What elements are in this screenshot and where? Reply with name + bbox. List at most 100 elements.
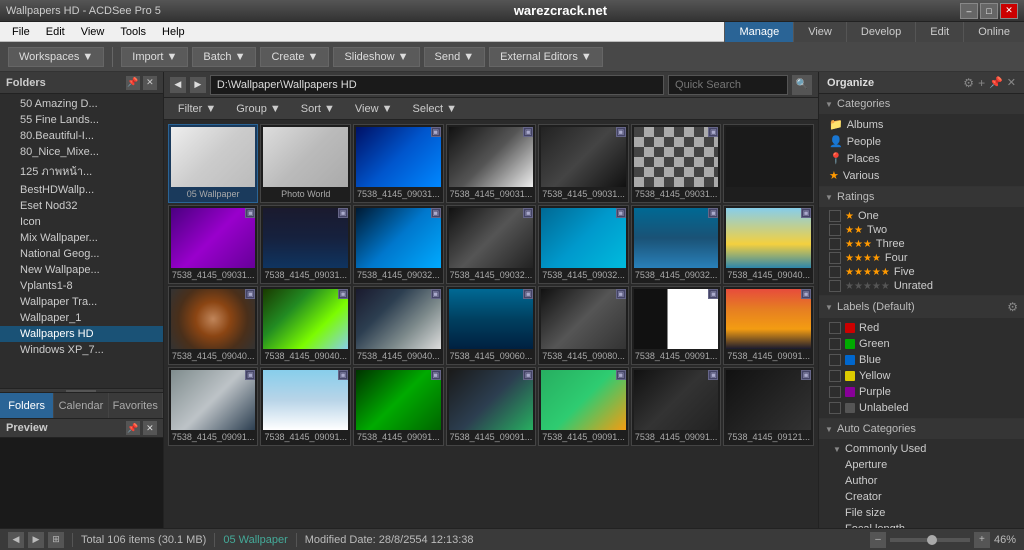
thumb-23[interactable]: ▣ 7538_4145_09091...: [353, 367, 444, 446]
status-back-icon[interactable]: ◀: [8, 532, 24, 548]
tab-edit[interactable]: Edit: [915, 22, 963, 42]
folder-item[interactable]: 55 Fine Lands...: [0, 112, 163, 128]
thumb-20[interactable]: ▣ 7538_4145_09091...: [723, 286, 814, 365]
auto-categories-header[interactable]: ▼ Auto Categories: [819, 419, 1024, 439]
rating-1[interactable]: ★ One: [825, 209, 1018, 223]
categories-header[interactable]: ▼ Categories: [819, 94, 1024, 114]
thumb-14[interactable]: ▣ 7538_4145_09040...: [168, 286, 259, 365]
label-checkbox-green[interactable]: [829, 338, 841, 350]
thumb-25[interactable]: ▣ 7538_4145_09091...: [538, 367, 629, 446]
search-input[interactable]: [668, 75, 788, 95]
rating-checkbox-4[interactable]: [829, 252, 841, 264]
folder-item[interactable]: 80_Nice_Mixe...: [0, 144, 163, 160]
sort-button[interactable]: Sort ▼: [293, 102, 343, 116]
rating-4[interactable]: ★★★★ Four: [825, 251, 1018, 265]
zoom-minus-button[interactable]: –: [870, 532, 886, 548]
tab-favorites[interactable]: Favorites: [109, 393, 163, 418]
label-checkbox-red[interactable]: [829, 322, 841, 334]
thumb-22[interactable]: ▣ 7538_4145_09091...: [260, 367, 351, 446]
folder-item[interactable]: 125 ภาพหน้า...: [0, 160, 163, 182]
maximize-button[interactable]: □: [980, 3, 998, 19]
folder-item[interactable]: 50 Amazing D...: [0, 96, 163, 112]
thumb-7[interactable]: ▣ 7538_4145_09031...: [168, 205, 259, 284]
folder-item-selected[interactable]: Wallpapers HD: [0, 326, 163, 342]
organize-pin-icon[interactable]: 📌: [989, 76, 1003, 89]
folder-item[interactable]: 80.Beautiful-I...: [0, 128, 163, 144]
rating-2[interactable]: ★★ Two: [825, 223, 1018, 237]
folder-close-icon[interactable]: ✕: [143, 76, 157, 90]
thumb-27[interactable]: ▣ 7538_4145_09121...: [723, 367, 814, 446]
path-input[interactable]: [210, 75, 664, 95]
thumb-16[interactable]: ▣ 7538_4145_09040...: [353, 286, 444, 365]
thumb-19[interactable]: ▣ 7538_4145_09091...: [631, 286, 722, 365]
auto-creator[interactable]: Creator: [825, 489, 1018, 505]
ratings-header[interactable]: ▼ Ratings: [819, 187, 1024, 207]
auto-filesize[interactable]: File size: [825, 505, 1018, 521]
rating-5[interactable]: ★★★★★ Five: [825, 265, 1018, 279]
tab-online[interactable]: Online: [963, 22, 1024, 42]
preview-pin-icon[interactable]: 📌: [126, 421, 140, 435]
rating-checkbox-unrated[interactable]: [829, 280, 841, 292]
cat-albums[interactable]: 📁 Albums: [825, 116, 1018, 133]
rating-checkbox-5[interactable]: [829, 266, 841, 278]
folder-item[interactable]: Eset Nod32: [0, 198, 163, 214]
rating-checkbox-1[interactable]: [829, 210, 841, 222]
thumb-2[interactable]: ▣ 7538_4145_09031...: [353, 124, 444, 203]
labels-header[interactable]: ▼ Labels (Default) ⚙: [819, 296, 1024, 318]
thumb-24[interactable]: ▣ 7538_4145_09091...: [446, 367, 537, 446]
menu-help[interactable]: Help: [154, 24, 193, 40]
group-button[interactable]: Group ▼: [228, 102, 289, 116]
folder-pin-icon[interactable]: 📌: [126, 76, 140, 90]
label-checkbox-unlabeled[interactable]: [829, 402, 841, 414]
external-editors-button[interactable]: External Editors ▼: [489, 47, 603, 67]
thumb-12[interactable]: ▣ 7538_4145_09032...: [631, 205, 722, 284]
label-unlabeled[interactable]: Unlabeled: [825, 400, 1018, 416]
auto-focal[interactable]: Focal length: [825, 521, 1018, 528]
folder-item[interactable]: Windows XP_7...: [0, 342, 163, 358]
minimize-button[interactable]: –: [960, 3, 978, 19]
view-button[interactable]: View ▼: [347, 102, 401, 116]
folder-item[interactable]: Mix Wallpaper...: [0, 230, 163, 246]
rating-checkbox-2[interactable]: [829, 224, 841, 236]
batch-button[interactable]: Batch ▼: [192, 47, 256, 67]
zoom-plus-button[interactable]: +: [974, 532, 990, 548]
thumb-11[interactable]: ▣ 7538_4145_09032...: [538, 205, 629, 284]
close-button[interactable]: ✕: [1000, 3, 1018, 19]
menu-tools[interactable]: Tools: [112, 24, 154, 40]
rating-3[interactable]: ★★★ Three: [825, 237, 1018, 251]
thumb-0[interactable]: 05 Wallpaper: [168, 124, 259, 203]
thumb-4[interactable]: ▣ 7538_4145_09031...: [538, 124, 629, 203]
tab-view[interactable]: View: [793, 22, 846, 42]
thumb-3[interactable]: ▣ 7538_4145_09031...: [446, 124, 537, 203]
thumb-8[interactable]: ▣ 7538_4145_09031...: [260, 205, 351, 284]
thumb-26[interactable]: ▣ 7538_4145_09091...: [631, 367, 722, 446]
label-checkbox-purple[interactable]: [829, 386, 841, 398]
organize-add-icon[interactable]: +: [978, 76, 985, 90]
tab-manage[interactable]: Manage: [724, 22, 793, 42]
status-forward-icon[interactable]: ▶: [28, 532, 44, 548]
label-yellow[interactable]: Yellow: [825, 368, 1018, 384]
forward-button[interactable]: ▶: [190, 77, 206, 93]
organize-close-icon[interactable]: ✕: [1007, 76, 1016, 89]
label-purple[interactable]: Purple: [825, 384, 1018, 400]
thumb-6[interactable]: [723, 124, 814, 203]
rating-unrated[interactable]: ★★★★★ Unrated: [825, 279, 1018, 293]
back-button[interactable]: ◀: [170, 77, 186, 93]
thumb-5[interactable]: ▣ 7538_4145_09031...: [631, 124, 722, 203]
thumb-13[interactable]: ▣ 7538_4145_09040...: [723, 205, 814, 284]
menu-file[interactable]: File: [4, 24, 38, 40]
select-button[interactable]: Select ▼: [404, 102, 465, 116]
filter-button[interactable]: Filter ▼: [170, 102, 224, 116]
label-red[interactable]: Red: [825, 320, 1018, 336]
thumb-21[interactable]: ▣ 7538_4145_09091...: [168, 367, 259, 446]
rating-checkbox-3[interactable]: [829, 238, 841, 250]
auto-author[interactable]: Author: [825, 473, 1018, 489]
thumb-17[interactable]: ▣ 7538_4145_09060...: [446, 286, 537, 365]
folder-item[interactable]: New Wallpape...: [0, 262, 163, 278]
folder-item[interactable]: National Geog...: [0, 246, 163, 262]
folder-item[interactable]: Wallpaper_1: [0, 310, 163, 326]
label-checkbox-yellow[interactable]: [829, 370, 841, 382]
commonly-used-group[interactable]: ▼ Commonly Used: [825, 441, 1018, 457]
preview-close-icon[interactable]: ✕: [143, 421, 157, 435]
folder-item[interactable]: BestHDWallp...: [0, 182, 163, 198]
